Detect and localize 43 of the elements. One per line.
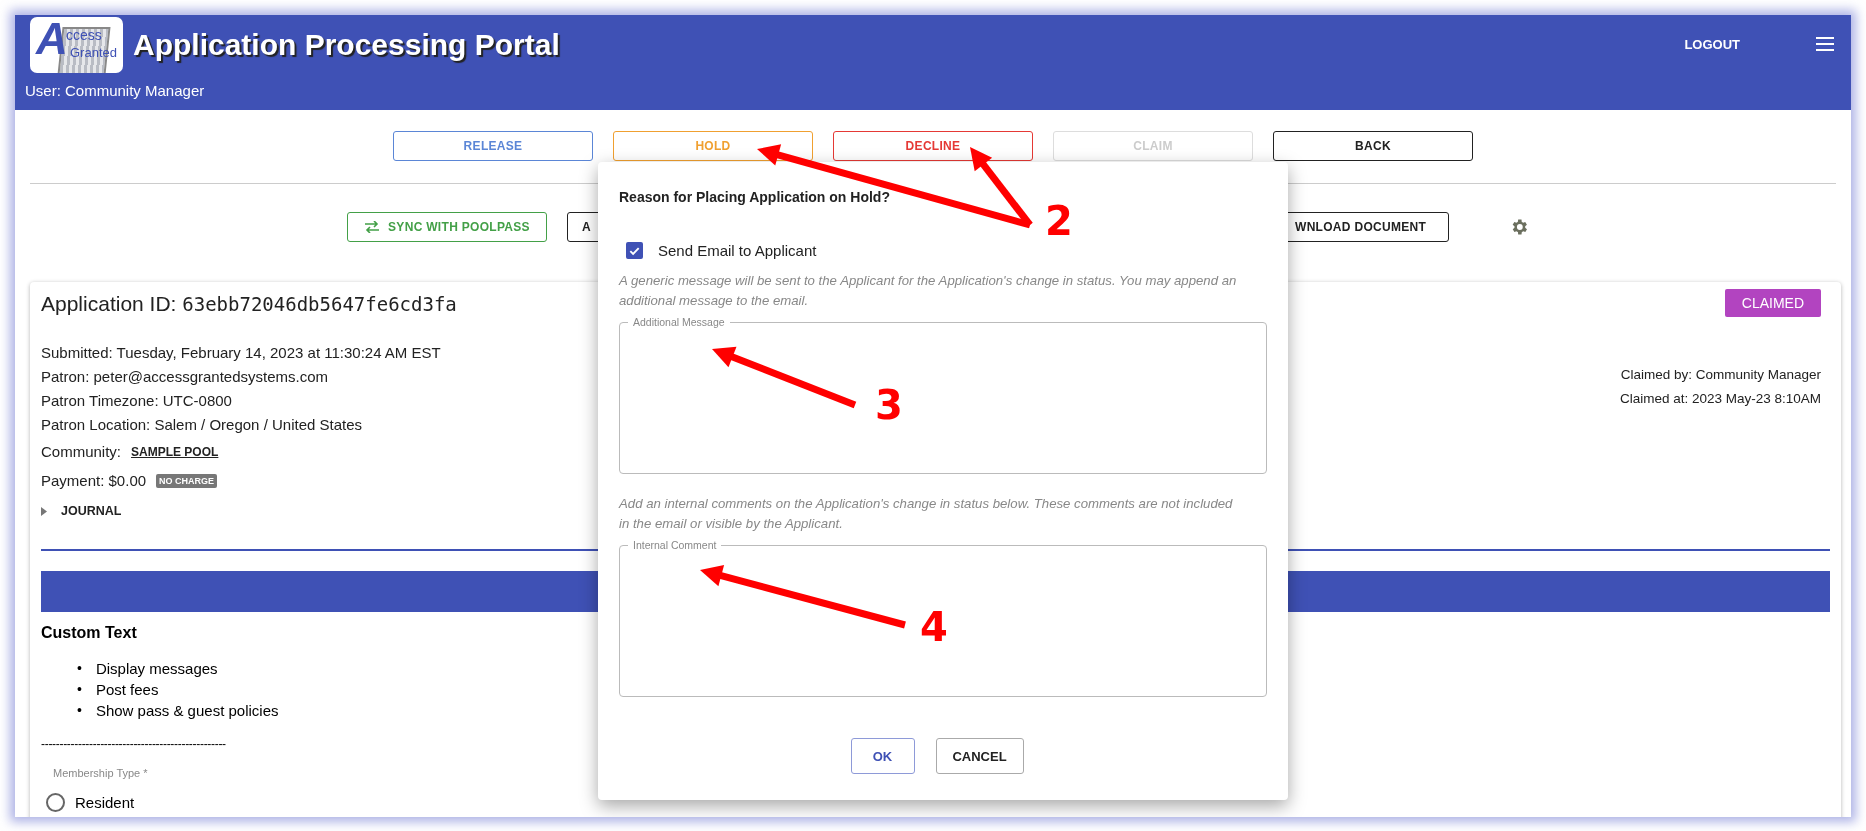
dialog-title: Reason for Placing Application on Hold?: [619, 189, 891, 205]
separator-text: --------------------------------------------------: [41, 737, 226, 751]
journal-toggle[interactable]: JOURNAL: [41, 501, 122, 521]
radio-option[interactable]: Resident: [46, 793, 135, 812]
detail-text: Submitted: Tuesday, February 14, 2023 at 11:30:24 AM EST: [41, 343, 442, 363]
bullet-marker: •: [77, 659, 82, 678]
help-text: Add an internal comments on the Application's change in status below. These comments are not included in the email or visible by the Applicant.: [619, 495, 1234, 533]
field-label: Membership Type *: [53, 767, 148, 779]
callout-number: 2: [1045, 198, 1073, 244]
logout-button[interactable]: LOGOUT: [1678, 36, 1746, 53]
payment-text: Payment: $0.00: [41, 472, 147, 489]
user-label: User: Community Manager: [25, 82, 205, 99]
detail-text: Patron: peter@accessgrantedsystems.com: [41, 367, 329, 387]
sync-icon: [364, 221, 381, 233]
detail-text: Patron Timezone: UTC-0800: [41, 391, 233, 411]
callout-number: 4: [920, 604, 948, 650]
action-button[interactable]: DECLINE: [833, 131, 1033, 161]
ok-button[interactable]: OK: [850, 738, 915, 774]
action-button[interactable]: RELEASE: [393, 131, 593, 161]
app-title: Application Processing Portal: [133, 28, 560, 62]
detail-text: Patron Location: Salem / Oregon / United States: [41, 415, 363, 435]
status-badge: NO CHARGE: [156, 473, 218, 488]
cancel-button[interactable]: CANCEL: [935, 738, 1024, 774]
logo-text: ccess: [66, 27, 102, 43]
checkbox-option[interactable]: Send Email to Applicant: [626, 242, 817, 259]
caret-icon: [41, 506, 47, 516]
bullet-item: Post fees: [95, 680, 159, 700]
community-link[interactable]: SAMPLE POOL: [131, 444, 219, 459]
menu-icon[interactable]: [1816, 37, 1834, 51]
bullet-marker: •: [77, 701, 82, 720]
status-badge: CLAIMED: [1724, 289, 1821, 317]
callout-number: 3: [875, 382, 903, 428]
application-id: 63ebb72046db5647fe6cd3fa: [182, 293, 457, 315]
bullet-item: Display messages: [95, 659, 218, 679]
bullet-item: Show pass & guest policies: [95, 701, 279, 721]
community-label: Community:: [41, 443, 122, 460]
section-heading: Custom Text: [41, 624, 137, 642]
claimed-by-text: Claimed by: Community Manager: [1620, 367, 1821, 382]
action-button[interactable]: BACK: [1273, 131, 1473, 161]
help-text: A generic message will be sent to the Applicant for the Application's change in status. You may append an additional message to the email.: [619, 272, 1238, 310]
claimed-at-text: Claimed at: 2023 May-23 8:10AM: [1619, 391, 1821, 406]
bullet-marker: •: [77, 680, 82, 699]
application-id-label: Application ID:: [41, 292, 177, 315]
